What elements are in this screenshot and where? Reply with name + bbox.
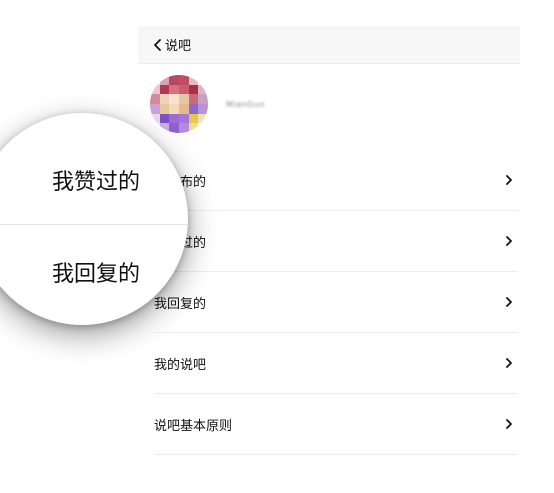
- username: MianGuo: [226, 99, 265, 109]
- chevron-right-icon: [506, 297, 512, 307]
- chevron-right-icon: [506, 175, 512, 185]
- menu-item-label: 我回复的: [154, 296, 207, 312]
- menu-item-label: 说吧基本原则: [154, 418, 233, 434]
- menu-item-my-replies[interactable]: 我回复的: [154, 272, 518, 333]
- chevron-right-icon: [506, 236, 512, 246]
- magnified-label: 我赞过的: [52, 170, 141, 195]
- menu-item-my-posts[interactable]: 我发布的: [154, 150, 518, 211]
- profile-row[interactable]: MianGuo: [138, 74, 520, 134]
- avatar[interactable]: [150, 75, 208, 133]
- back-button[interactable]: 说吧: [138, 26, 191, 64]
- navigation-bar: 说吧: [138, 26, 520, 64]
- screen: 说吧 MianGuo 我发布的 我赞过的: [0, 0, 554, 493]
- menu-item-my-shuoba[interactable]: 我的说吧: [154, 333, 518, 394]
- settings-panel: 说吧 MianGuo 我发布的 我赞过的: [138, 26, 520, 466]
- chevron-right-icon: [506, 419, 512, 429]
- back-label: 说吧: [165, 39, 192, 54]
- magnified-label: 我回复的: [52, 262, 141, 287]
- chevron-left-icon: [154, 38, 161, 51]
- menu-item-label: 我的说吧: [154, 357, 207, 373]
- menu-item-my-likes[interactable]: 我赞过的: [154, 211, 518, 272]
- chevron-right-icon: [506, 358, 512, 368]
- menu-item-guidelines[interactable]: 说吧基本原则: [154, 394, 518, 455]
- menu-list: 我发布的 我赞过的 我回复的 我的说吧 说吧基本原则: [154, 150, 518, 455]
- magnified-divider: [0, 224, 188, 225]
